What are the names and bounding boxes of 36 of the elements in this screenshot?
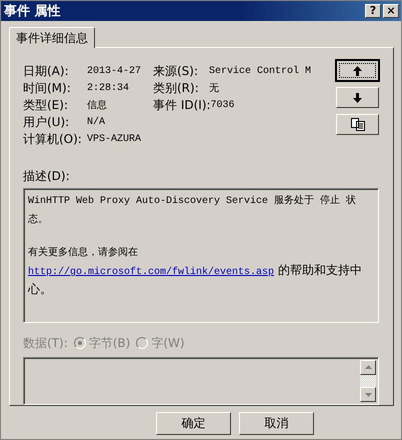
field-value: N/A <box>87 116 106 128</box>
tab[interactable]: 事件详细信息 <box>9 27 95 48</box>
field-label: 来源(S): <box>153 62 200 80</box>
field-label: 用户(U): <box>23 114 70 130</box>
close-button[interactable]: × <box>383 4 399 18</box>
description-text: WinHTTP Web Proxy Auto-Discovery Service 服务处于 停止 状态。 <box>28 194 358 228</box>
field-value: 2:28:34 <box>87 82 130 94</box>
scrollbar[interactable] <box>360 360 376 402</box>
field-value: 7036 <box>210 100 235 110</box>
field-value: 无 <box>209 82 219 95</box>
cancel-button[interactable]: 取消 <box>239 412 314 435</box>
field-label: 时间(M): <box>23 80 72 96</box>
copy-icon <box>350 118 364 131</box>
down-arrow-icon <box>353 92 362 102</box>
field-value: Service Control M <box>209 66 312 76</box>
ok-button[interactable]: 确定 <box>156 412 231 435</box>
data-label: 数据(T): <box>23 334 68 352</box>
scroll-up-icon[interactable] <box>364 365 372 369</box>
field-label: 类别(R): <box>153 80 200 96</box>
up-arrow-icon <box>353 66 362 76</box>
field-label: 类型(E): <box>23 96 69 114</box>
field-value: 2013-4-27 <box>87 66 142 76</box>
description-label: 描述(D): <box>23 168 71 185</box>
move-down-button[interactable] <box>336 87 379 108</box>
scroll-down-icon[interactable] <box>364 392 372 396</box>
help-button[interactable]: ? <box>365 4 381 18</box>
move-up-button[interactable] <box>336 60 379 81</box>
field-value: 信息 <box>87 98 107 112</box>
description-text: 有关更多信息，请参阅在 http://go.microsoft.com/fwlink/events.asp 的帮助和支持中心。 <box>28 246 363 297</box>
window-title: 事件 属性 <box>4 3 62 20</box>
field-value: VPS-AZURA <box>87 134 142 144</box>
field-label: 日期(A): <box>23 62 70 80</box>
help-link[interactable]: http://go.microsoft.com/fwlink/events.asp <box>28 267 274 278</box>
field-label: 计算机(O): <box>23 130 83 148</box>
copy-button[interactable] <box>336 114 379 135</box>
field-label: 事件 ID(I): <box>153 96 211 114</box>
